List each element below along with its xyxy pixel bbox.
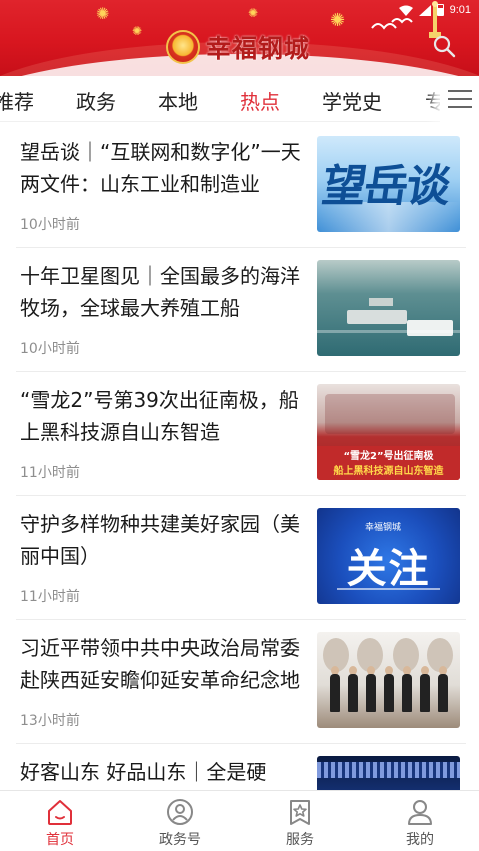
news-thumbnail xyxy=(317,260,460,356)
nav-profile[interactable]: 我的 xyxy=(380,795,460,851)
signal-icon xyxy=(418,4,431,16)
gov-account-icon xyxy=(167,799,193,825)
firework-decoration: ✺ xyxy=(132,24,143,38)
tab-hot[interactable]: 热点 xyxy=(240,86,280,115)
nav-label: 服务 xyxy=(286,832,314,848)
profile-icon xyxy=(408,800,432,825)
tab-government[interactable]: 政务 xyxy=(76,86,116,115)
emblem-icon xyxy=(166,30,200,64)
status-bar: 9:01 xyxy=(398,2,471,18)
thumbnail-calligraphy: 望岳谈 xyxy=(318,161,452,212)
news-item[interactable]: 守护多样物种共建美好家园（美丽中国） 11小时前 幸福钢城 关注 xyxy=(16,496,466,620)
news-title: “雪龙2”号第39次出征南极，船上黑科技源自山东智造 xyxy=(20,388,299,444)
channel-tabs: 推荐 政务 本地 热点 学党史 专 xyxy=(0,76,479,122)
firework-decoration: ✺ xyxy=(330,10,346,31)
news-thumbnail: “雪龙2”号出征南极 船上黑科技源自山东智造 xyxy=(317,384,460,480)
news-thumbnail: 望岳谈 xyxy=(317,136,460,232)
firework-decoration: ✺ xyxy=(96,4,110,23)
app-logo: 幸福钢城 xyxy=(166,30,310,64)
news-time: 10小时前 xyxy=(20,217,80,233)
home-icon xyxy=(48,800,72,825)
channel-menu-icon[interactable] xyxy=(440,76,479,122)
thumbnail-caption: 船上黑科技源自山东智造 xyxy=(333,466,444,477)
thumbnail-headline: 关注 xyxy=(346,546,431,592)
news-thumbnail xyxy=(317,756,460,790)
news-item[interactable]: 望岳谈｜“互联网和数字化”一天两文件：山东工业和制造业 10小时前 望岳谈 xyxy=(16,124,466,248)
search-icon[interactable] xyxy=(432,34,456,58)
wifi-icon xyxy=(398,5,413,16)
tab-recommend[interactable]: 推荐 xyxy=(0,86,34,115)
firework-decoration: ✺ xyxy=(248,6,259,20)
news-feed: 望岳谈｜“互联网和数字化”一天两文件：山东工业和制造业 10小时前 望岳谈 十年… xyxy=(0,124,479,790)
nav-service[interactable]: 服务 xyxy=(260,795,340,851)
news-title: 十年卫星图见｜全国最多的海洋牧场，全球最大养殖工船 xyxy=(20,264,300,320)
news-item[interactable]: “雪龙2”号第39次出征南极，船上黑科技源自山东智造 11小时前 “雪龙2”号出… xyxy=(16,372,466,496)
news-title: 好客山东 好品山东｜全是硬 xyxy=(20,760,267,784)
news-time: 11小时前 xyxy=(20,465,80,481)
tabs-divider xyxy=(0,121,479,122)
thumbnail-logo: 幸福钢城 xyxy=(365,523,402,533)
nav-home[interactable]: 首页 xyxy=(20,795,100,851)
news-thumbnail xyxy=(317,632,460,728)
nav-label: 首页 xyxy=(46,832,74,848)
app-title: 幸福钢城 xyxy=(206,34,311,63)
news-item[interactable]: 好客山东 好品山东｜全是硬 xyxy=(16,744,466,790)
battery-icon xyxy=(436,4,444,16)
thumbnail-caption: “雪龙2”号出征南极 xyxy=(343,451,434,462)
news-title: 习近平带领中共中央政治局常委赴陕西延安瞻仰延安革命纪念地 xyxy=(20,636,300,692)
service-star-icon xyxy=(290,800,310,825)
news-title: 守护多样物种共建美好家园（美丽中国） xyxy=(20,512,300,568)
nav-label: 政务号 xyxy=(159,832,201,848)
status-time: 9:01 xyxy=(449,4,471,16)
news-time: 13小时前 xyxy=(20,713,80,729)
nav-gov-account[interactable]: 政务号 xyxy=(140,795,220,851)
tab-local[interactable]: 本地 xyxy=(158,86,198,115)
bottom-navigation: 首页 政务号 服务 我的 xyxy=(0,790,479,851)
news-item[interactable]: 十年卫星图见｜全国最多的海洋牧场，全球最大养殖工船 10小时前 xyxy=(16,248,466,372)
news-item[interactable]: 习近平带领中共中央政治局常委赴陕西延安瞻仰延安革命纪念地 13小时前 xyxy=(16,620,466,744)
news-time: 10小时前 xyxy=(20,341,80,357)
nav-label: 我的 xyxy=(406,832,434,848)
news-thumbnail: 幸福钢城 关注 xyxy=(317,508,460,604)
tab-party-history[interactable]: 学党史 xyxy=(322,86,382,115)
news-title: 望岳谈｜“互联网和数字化”一天两文件：山东工业和制造业 xyxy=(20,140,301,196)
app-header: ✺ ✺ ✺ ✺ 9:01 幸福钢城 xyxy=(0,0,479,76)
news-time: 11小时前 xyxy=(20,589,80,605)
